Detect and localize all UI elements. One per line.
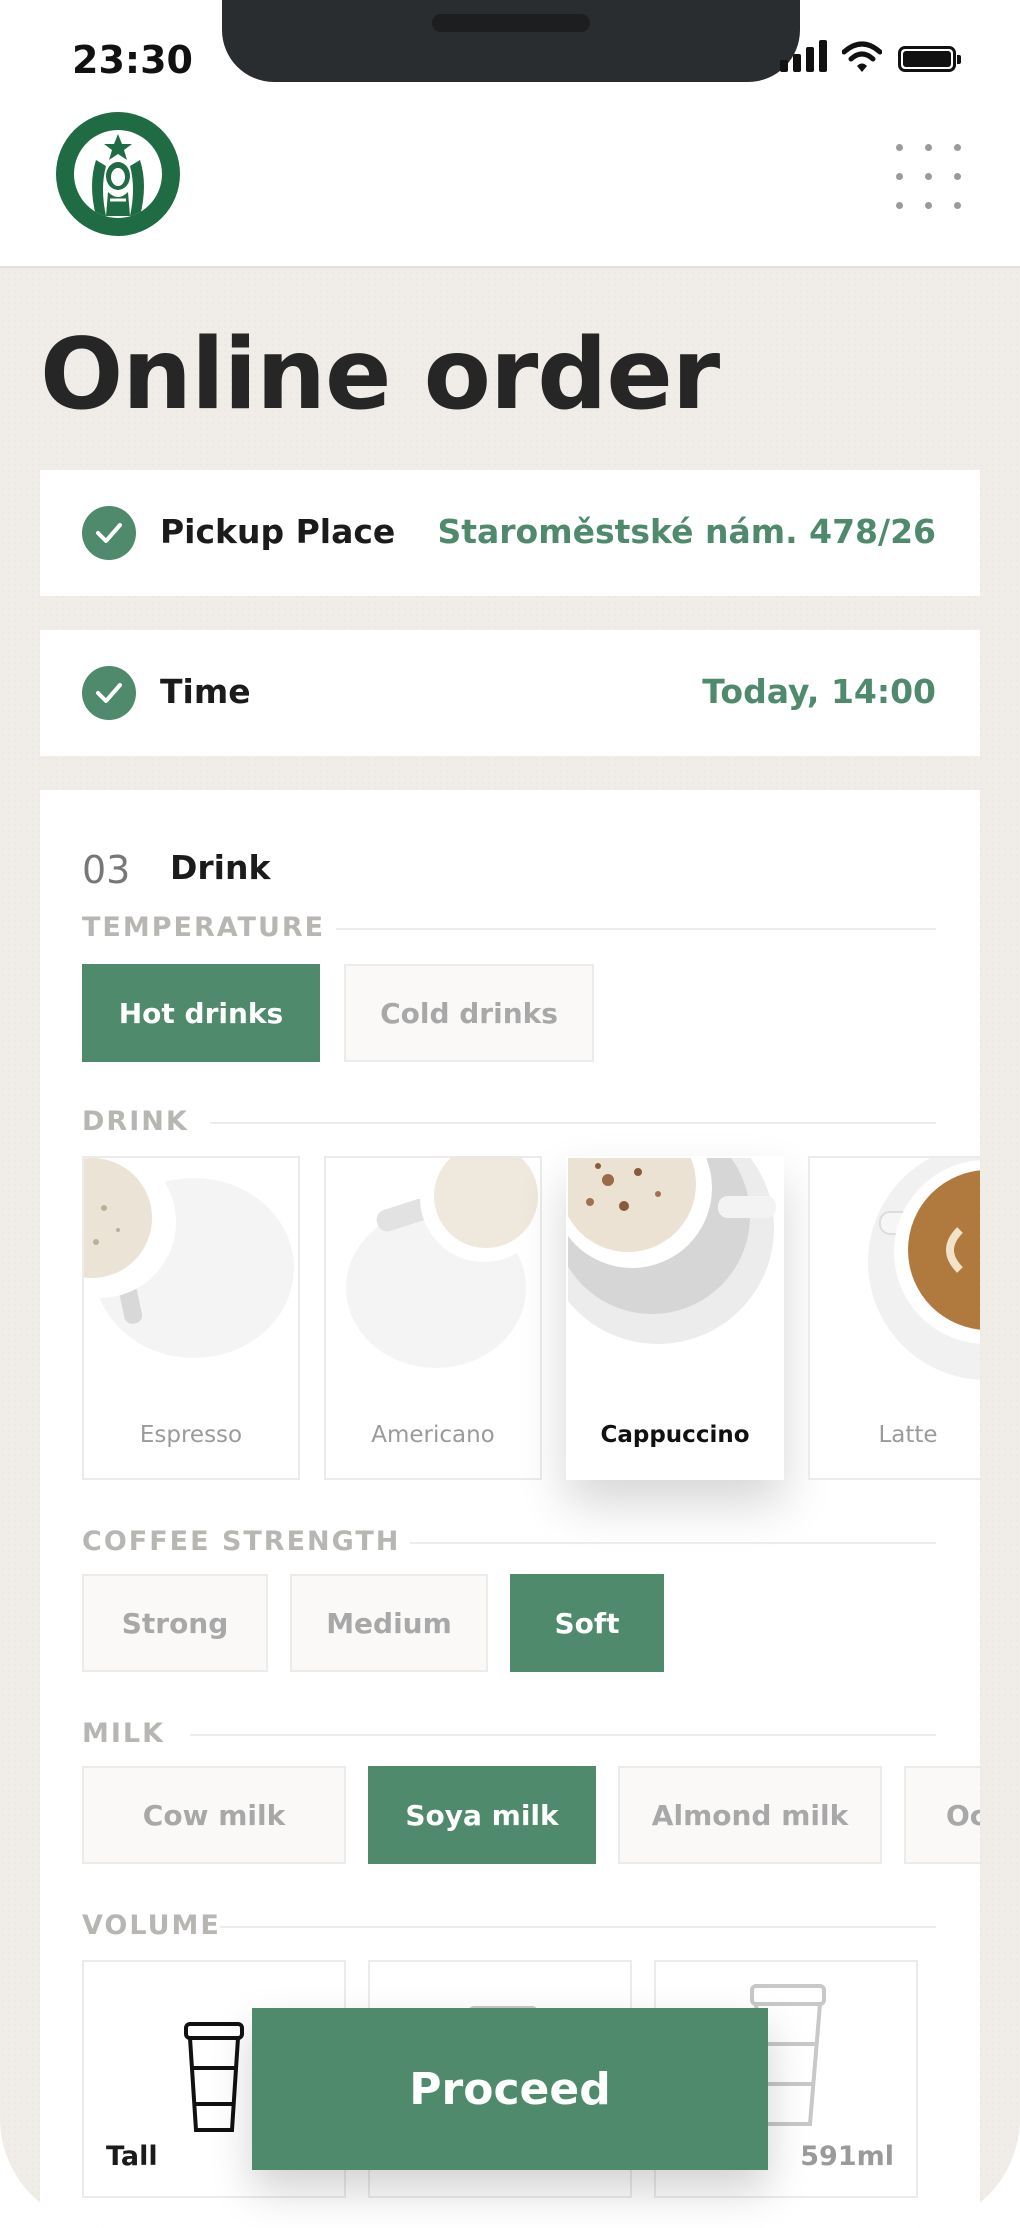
drink-name: Americano: [371, 1422, 495, 1448]
menu-dots-icon[interactable]: [896, 144, 962, 210]
page-title: Online order: [40, 318, 720, 432]
milk-option-cow[interactable]: Cow milk: [82, 1766, 346, 1864]
milk-option-almond[interactable]: Almond milk: [618, 1766, 882, 1864]
step-number: 03: [82, 848, 131, 892]
temperature-option-hot[interactable]: Hot drinks: [82, 964, 320, 1062]
drink-option-cappuccino[interactable]: Cappuccino: [566, 1156, 784, 1480]
strength-option-strong[interactable]: Strong: [82, 1574, 268, 1672]
wifi-icon: [842, 41, 882, 72]
divider: [190, 1734, 936, 1736]
starbucks-siren-logo[interactable]: [56, 112, 180, 236]
app-header: 23:30: [0, 0, 1020, 268]
pickup-place-row[interactable]: Pickup Place Staroměstské nám. 478/26: [40, 470, 980, 596]
drink-option-americano[interactable]: Americano: [324, 1156, 542, 1480]
status-icons: [780, 40, 980, 80]
milk-option-soya[interactable]: Soya milk: [368, 1766, 596, 1864]
check-icon: [82, 506, 136, 560]
strength-option-soft[interactable]: Soft: [510, 1574, 664, 1672]
drink-name: Latte: [878, 1422, 938, 1448]
cellular-signal-icon: [780, 40, 832, 72]
divider: [410, 1542, 936, 1544]
time-label: Time: [160, 672, 251, 711]
cappuccino-cup-image: [568, 1158, 776, 1344]
pickup-place-label: Pickup Place: [160, 512, 396, 551]
espresso-cup-image: [84, 1158, 294, 1358]
divider: [336, 928, 936, 930]
temperature-label: TEMPERATURE: [82, 912, 326, 943]
strength-option-medium[interactable]: Medium: [290, 1574, 488, 1672]
divider: [220, 1926, 936, 1928]
milk-label: MILK: [82, 1718, 166, 1749]
cup-icon: [184, 2022, 244, 2132]
drink-name: Espresso: [139, 1422, 243, 1448]
volume-name: Tall: [106, 2141, 158, 2172]
time-value: Today, 14:00: [702, 672, 936, 711]
time-row[interactable]: Time Today, 14:00: [40, 630, 980, 756]
temperature-option-cold[interactable]: Cold drinks: [344, 964, 594, 1062]
latte-cup-image: [868, 1158, 980, 1380]
coffee-strength-label: COFFEE STRENGTH: [82, 1526, 401, 1557]
drink-option-espresso[interactable]: Espresso: [82, 1156, 300, 1480]
status-time: 23:30: [72, 38, 193, 82]
milk-option-oat[interactable]: Oc: [904, 1766, 980, 1864]
americano-cup-image: [346, 1158, 540, 1368]
device-notch: [222, 0, 800, 82]
proceed-button[interactable]: Proceed: [252, 2008, 768, 2170]
phone-screen: 23:30 Online order Pickup Place Staroměs…: [0, 0, 1020, 2228]
drink-label: DRINK: [82, 1106, 189, 1137]
check-icon: [82, 666, 136, 720]
drink-name: Cappuccino: [600, 1422, 750, 1448]
drink-option-latte[interactable]: Latte: [808, 1156, 980, 1480]
battery-icon: [898, 46, 961, 72]
volume-size: 591ml: [800, 2141, 894, 2172]
volume-label: VOLUME: [82, 1910, 221, 1941]
step-title: Drink: [170, 848, 271, 887]
divider: [210, 1122, 936, 1124]
pickup-place-value: Staroměstské nám. 478/26: [437, 512, 936, 551]
